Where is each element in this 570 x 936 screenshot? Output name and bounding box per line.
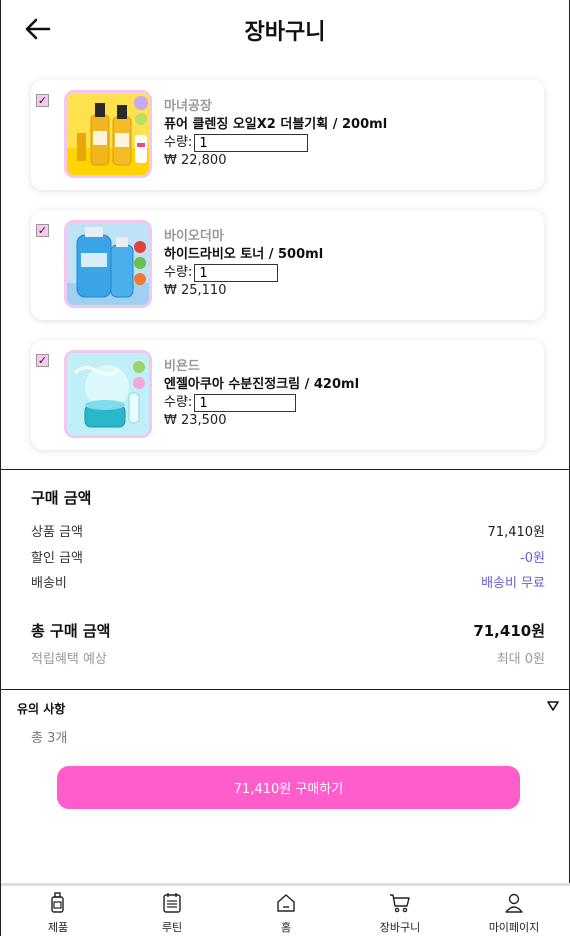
nav-item-home[interactable]: 홈 [229,886,343,936]
nav-label: 홈 [280,921,292,934]
nav-item-routine[interactable]: 루틴 [115,886,229,936]
shipping-row: 배송비 배송비 무료 [31,572,545,591]
triangle-down-icon[interactable] [547,700,559,712]
purchase-button[interactable]: 71,410원 구매하기 [57,766,520,809]
item-checkbox[interactable]: ✓ [36,224,49,237]
nav-item-cart[interactable]: 장바구니 [343,886,457,936]
bottom-nav: 제품 루틴 홈 장바구니 마이페이지 [1,883,570,936]
cart-item: ✓ 마녀공장 퓨어 클렌징 오일X2 더블기획 / 200ml 수량: 1 ₩ … [31,80,544,190]
reward-row: 적립혜택 예상 최대 0원 [31,648,545,667]
summary-title: 구매 금액 [31,489,92,507]
product-amount-value: 71,410원 [487,525,545,540]
item-checkbox[interactable]: ✓ [36,354,49,367]
quantity-input[interactable] [194,394,297,412]
qty-row: 수량: [164,264,323,282]
item-name: 엔젤아쿠아 수분진정크림 / 420ml [164,377,360,392]
total-row: 총 구매 금액 71,410원 [31,620,545,641]
qty-label: 수량: [164,265,193,280]
qty-label: 수량: [164,395,193,410]
item-info: 비욘드 엔젤아쿠아 수분진정크림 / 420ml 수량: ₩ 23,500 [164,358,359,430]
item-info: 마녀공장 퓨어 클렌징 오일X2 더블기획 / 200ml 수량: ₩ 22,8… [164,98,387,170]
cart-item: ✓ 바이오더마 하이드라비오 토너 / 500ml 수량: ₩ [31,210,544,320]
product-amount-row: 상품 금액 71,410원 [31,521,545,540]
section-divider [1,469,570,470]
home-icon [277,894,295,912]
nav-label: 루틴 [161,921,183,934]
nav-label: 장바구니 [379,921,421,934]
shipping-value: 배송비 무료 [481,576,545,591]
qty-row: 수량: [164,134,387,152]
product-image [64,90,152,178]
page-title: 장바구니 [244,20,326,45]
discount-label: 할인 금액 [31,551,83,566]
total-label: 총 구매 금액 [31,622,111,640]
item-brand: 비욘드 [164,359,200,374]
user-icon [505,893,523,913]
cart-item: ✓ 비욘드 엔젤아쿠아 수분진정크림 / 420ml 수량: ₩ 23,500 [31,340,544,450]
discount-row: 할인 금액 -0원 [31,547,545,566]
qty-row: 수량: [164,394,359,412]
nav-label: 제품 [47,921,69,934]
discount-value: -0원 [520,551,545,566]
item-name: 퓨어 클렌징 오일X2 더블기획 / 200ml [164,117,388,132]
item-info: 바이오더마 하이드라비오 토너 / 500ml 수량: ₩ 25,110 [164,228,323,300]
item-checkbox[interactable]: ✓ [36,94,49,107]
item-price: ₩ 25,110 [164,283,227,298]
header: 장바구니 [1,0,569,60]
item-brand: 마녀공장 [164,99,212,114]
reward-label: 적립혜택 예상 [31,652,107,667]
qty-label: 수량: [164,135,193,150]
product-amount-label: 상품 금액 [31,525,83,540]
item-price: ₩ 23,500 [164,413,227,428]
product-image [64,350,152,438]
nav-label: 마이페이지 [488,921,540,934]
bottle-icon [51,892,64,913]
nav-item-mypage[interactable]: 마이페이지 [457,886,570,936]
quantity-input[interactable] [194,264,279,282]
notice-title: 유의 사항 [17,702,66,716]
section-divider [1,689,570,690]
item-count: 총 3개 [31,731,68,746]
cart-icon [390,894,410,913]
item-price: ₩ 22,800 [164,153,227,168]
quantity-input[interactable] [194,134,309,152]
calendar-icon [163,893,181,913]
product-image [64,220,152,308]
item-brand: 바이오더마 [164,229,224,244]
reward-value: 최대 0원 [496,652,545,667]
nav-item-products[interactable]: 제품 [1,886,115,936]
total-value: 71,410원 [473,622,545,640]
shipping-label: 배송비 [31,576,67,591]
item-name: 하이드라비오 토너 / 500ml [164,247,324,262]
